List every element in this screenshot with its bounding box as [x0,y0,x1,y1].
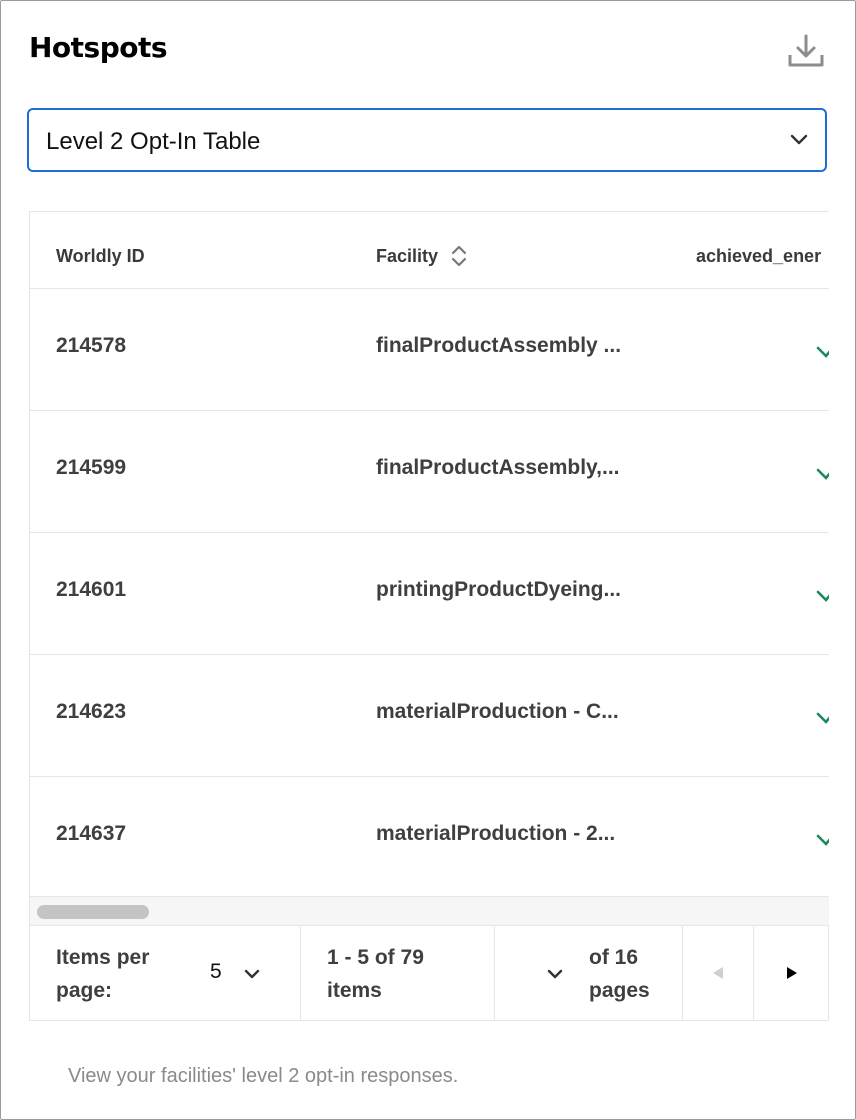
worldly-id-cell: 214623 [56,700,127,723]
column-header-facility[interactable]: Facility [376,246,438,267]
previous-page-button[interactable] [683,926,754,1020]
download-icon [788,34,824,67]
worldly-id-cell: 214637 [56,822,127,845]
check-icon [816,468,829,480]
page-select-section: of 16 pages [495,926,683,1020]
table-row[interactable]: 214601 printingProductDyeing... [30,532,829,655]
table-type-select[interactable]: Level 2 Opt-In Table [27,108,827,172]
facility-cell: finalProductAssembly ... [376,334,622,357]
facility-cell: finalProductAssembly,... [376,456,620,479]
column-header-achieved: achieved_ener [696,246,822,266]
download-button[interactable] [787,33,825,69]
worldly-id-cell: 214599 [56,456,127,479]
facility-cell: printingProductDyeing... [376,578,621,601]
next-page-button[interactable] [754,926,828,1020]
card-title: Hotspots [29,31,168,64]
hotspots-card: Hotspots Level 2 Opt-In Table Worldly ID… [0,0,856,1120]
caret-right-icon [787,967,797,979]
item-range-line-2: items [327,979,382,1002]
check-icon [816,590,829,602]
facility-cell: materialProduction - 2... [376,822,616,845]
check-icon [816,712,829,724]
scrollbar-thumb[interactable] [37,905,149,919]
item-range-line-1: 1 - 5 of 79 [327,946,424,969]
table-row[interactable]: 214599 finalProductAssembly,... [30,410,829,533]
page-total-line-1: of 16 [589,946,639,969]
page-select[interactable] [535,954,575,994]
worldly-id-cell: 214578 [56,334,127,357]
check-icon [816,346,829,358]
items-per-page-label-1: Items per [56,946,150,969]
table-row[interactable]: 214578 finalProductAssembly ... [30,288,829,411]
facility-cell: materialProduction - C... [376,700,619,723]
items-per-page-label-2: page: [56,979,113,1002]
caret-left-icon [713,967,723,979]
check-icon [816,834,829,846]
table-row[interactable]: 214637 materialProduction - 2... [30,776,829,896]
card-description: View your facilities' level 2 opt-in res… [68,1065,459,1087]
item-range: 1 - 5 of 79 items [301,926,495,1020]
select-value: Level 2 Opt-In Table [46,128,261,155]
pagination-bar: Items per page: 5 1 - 5 of 79 items of 1… [29,925,829,1021]
page-total-line-2: pages [589,979,650,1002]
sort-icon[interactable] [450,244,468,268]
worldly-id-cell: 214601 [56,578,127,601]
items-per-page-value: 5 [210,960,222,983]
chevron-down-icon [244,969,260,979]
table-row[interactable]: 214623 materialProduction - C... [30,654,829,777]
opt-in-table: Worldly ID Facility achieved_ener 214578… [29,211,829,897]
chevron-down-icon [790,134,808,145]
horizontal-scrollbar[interactable] [29,897,829,925]
table-header: Worldly ID Facility achieved_ener [30,212,829,289]
chevron-down-icon [547,969,563,979]
column-header-worldly-id: Worldly ID [56,246,145,266]
items-per-page-select[interactable]: 5 [202,954,292,994]
items-per-page: Items per page: 5 [30,926,301,1020]
